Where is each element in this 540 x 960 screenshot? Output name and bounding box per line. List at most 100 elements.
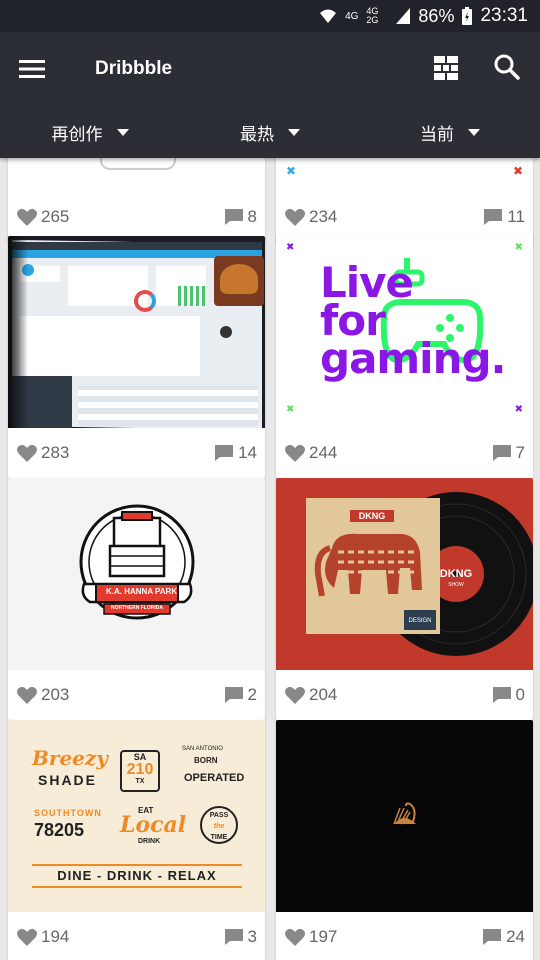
comment-count[interactable]: 11	[483, 207, 525, 227]
comment-count[interactable]: 14	[214, 443, 257, 463]
poster-southtown: SOUTHTOWN	[34, 808, 102, 818]
like-count[interactable]: 203	[17, 685, 69, 705]
heart-icon	[17, 928, 37, 946]
heart-icon	[285, 444, 305, 462]
record-disc-label: DKNG	[439, 568, 473, 580]
shot-card[interactable]: Breezy SHADE SA 210 TX SAN ANTONIO BORN …	[8, 720, 265, 960]
shot-image[interactable]: ✖ ✖	[276, 158, 533, 192]
dropdown-caret-icon	[468, 128, 480, 136]
comment-icon	[224, 929, 243, 945]
shot-stats: 244 7	[276, 428, 533, 478]
dropdown-caret-icon	[116, 128, 129, 136]
record-disc-sub: SHOW	[448, 582, 464, 588]
app-title: Dribbble	[95, 58, 173, 79]
comment-count[interactable]: 2	[224, 685, 257, 705]
poster-time: TIME	[210, 834, 228, 841]
shot-stats: 265 8	[8, 192, 265, 242]
comment-count[interactable]: 8	[224, 207, 257, 227]
hamburger-menu-icon	[19, 60, 45, 78]
badge-sub-text: NORTHERN FLORIDA	[111, 605, 163, 611]
like-count[interactable]: 283	[17, 443, 69, 463]
shot-card[interactable]: 283 14	[8, 236, 265, 478]
shot-image-dkng-record[interactable]: DKNG DKNG SHOW DESIGN	[276, 478, 533, 670]
poster-shade: SHADE	[38, 772, 98, 788]
search-button[interactable]	[494, 54, 520, 85]
like-count[interactable]: 194	[17, 927, 69, 947]
record-cover-label: DKNG	[358, 511, 386, 521]
filter-dropdown-sort[interactable]: 最热	[180, 120, 360, 145]
grid-view-button[interactable]	[434, 56, 458, 85]
shot-image-san-antonio-poster[interactable]: Breezy SHADE SA 210 TX SAN ANTONIO BORN …	[8, 720, 265, 912]
heart-icon	[285, 686, 305, 704]
like-count[interactable]: 197	[285, 927, 337, 947]
wifi-icon	[319, 8, 337, 24]
poster-the: the	[213, 823, 225, 830]
comment-icon	[224, 209, 243, 225]
comment-count[interactable]: 7	[492, 443, 525, 463]
comment-icon	[483, 929, 502, 945]
filter-label: 当前	[420, 124, 454, 144]
menu-button[interactable]	[0, 32, 64, 106]
poster-san-antonio: SAN ANTONIO	[182, 746, 223, 752]
search-icon	[494, 54, 520, 80]
shot-image-hanna-park-badge[interactable]: K.A. HANNA PARK NORTHERN FLORIDA	[8, 478, 265, 670]
comment-count[interactable]: 24	[482, 927, 525, 947]
comment-icon	[492, 445, 511, 461]
comment-count[interactable]: 0	[492, 685, 525, 705]
shot-card[interactable]: ✖ ✖ 234 11	[276, 158, 533, 242]
comment-icon	[484, 209, 503, 225]
shot-image[interactable]	[8, 158, 265, 192]
filter-bar: 再创作 最热 当前	[0, 106, 540, 158]
like-count[interactable]: 234	[285, 207, 337, 227]
shot-card[interactable]: K.A. HANNA PARK NORTHERN FLORIDA 203 2	[8, 478, 265, 720]
heart-icon	[17, 444, 37, 462]
shot-image-dashboard[interactable]	[8, 236, 265, 428]
filter-dropdown-timeframe[interactable]: 当前	[360, 120, 540, 145]
record-tag-label: DESIGN	[408, 618, 432, 624]
heart-icon	[17, 686, 37, 704]
like-count[interactable]: 265	[17, 207, 69, 227]
shot-image-live-for-gaming[interactable]: ✖ ✖ ✖ ✖ Live for gaming.	[276, 236, 533, 428]
signal-icon	[396, 8, 411, 24]
status-bar: 4G 4G 2G 86% 23:31	[0, 0, 540, 32]
shot-feed[interactable]: 265 8 ✖ ✖ 234 11 283 14 ✖ ✖ ✖ ✖ Live for…	[0, 158, 540, 960]
comment-icon	[224, 687, 243, 703]
filter-label: 最热	[240, 124, 274, 144]
comment-count[interactable]: 3	[224, 927, 257, 947]
badge-banner-text: K.A. HANNA PARK	[106, 587, 178, 596]
shot-stats: 204 0	[276, 670, 533, 720]
poster-drink-small: DRINK	[138, 838, 161, 845]
grid-view-icon	[434, 56, 458, 80]
shot-stats: 197 24	[276, 912, 533, 960]
filter-label: 再创作	[51, 124, 103, 144]
network-4g-label: 4G	[345, 10, 359, 22]
shot-card[interactable]: 265 8	[8, 158, 265, 242]
shot-stats: 234 11	[276, 192, 533, 242]
poster-78205: 78205	[34, 820, 85, 840]
heart-icon	[17, 208, 37, 226]
filter-dropdown-list[interactable]: 再创作	[0, 120, 180, 145]
poster-born: BORN	[194, 756, 218, 765]
poster-breezy: Breezy	[32, 746, 108, 770]
poster-dine-drink-relax: DINE - DRINK - RELAX	[57, 868, 217, 883]
shot-card[interactable]: 197 24	[276, 720, 533, 960]
shot-stats: 194 3	[8, 912, 265, 960]
shot-card[interactable]: DKNG DKNG SHOW DESIGN 204 0	[276, 478, 533, 720]
shot-card[interactable]: ✖ ✖ ✖ ✖ Live for gaming. 244 7	[276, 236, 533, 478]
battery-icon	[462, 7, 473, 25]
poster-210: 210	[126, 761, 154, 778]
like-count[interactable]: 204	[285, 685, 337, 705]
app-bar: Dribbble	[0, 32, 540, 106]
shot-stats: 283 14	[8, 428, 265, 478]
like-count[interactable]: 244	[285, 443, 337, 463]
comment-icon	[215, 445, 234, 461]
poster-pass: PASS	[209, 812, 229, 819]
clock: 23:31	[480, 5, 528, 26]
dropdown-caret-icon	[288, 128, 300, 136]
shot-stats: 203 2	[8, 670, 265, 720]
network-4g2g-label: 4G 2G	[366, 6, 379, 25]
shot-image-swan-logo[interactable]	[276, 720, 533, 912]
heart-icon	[285, 928, 305, 946]
comment-icon	[492, 687, 511, 703]
poster-operated: OPERATED	[184, 772, 245, 784]
